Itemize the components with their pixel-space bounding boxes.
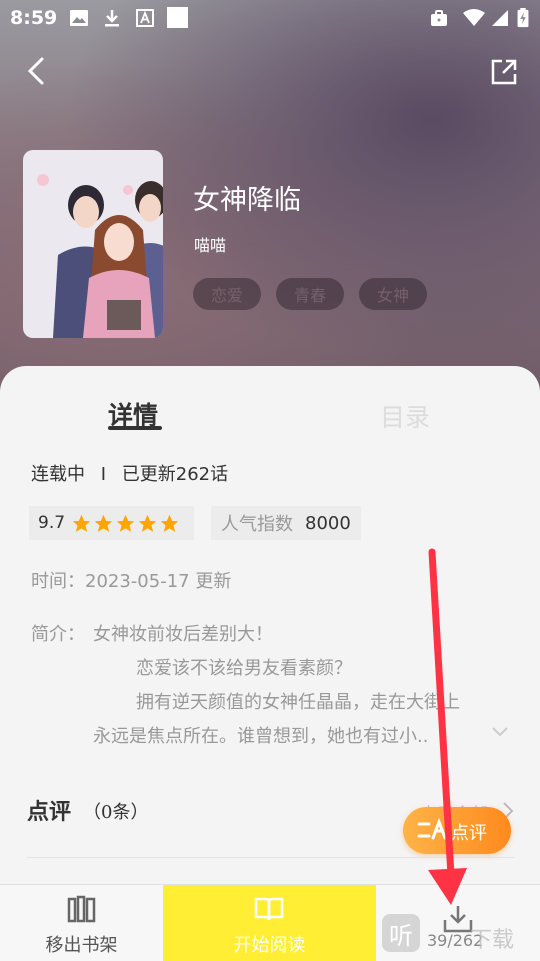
watermark-text: 下载 — [470, 928, 515, 953]
cover-illustration — [23, 150, 163, 338]
notification-placeholder-icon — [167, 7, 188, 28]
intro-line: 拥有逆天颜值的女神任晶晶，走在大街上 — [136, 692, 460, 713]
tag-list: 恋爱 青春 女神 — [193, 278, 427, 310]
signal-icon — [492, 10, 508, 26]
intro-text[interactable]: 女神妆前妆后差别大！ 恋爱该不该给男友看素颜？ 拥有逆天颜值的女神任晶晶，走在大… — [0, 620, 540, 750]
remove-shelf-label: 移出书架 — [45, 935, 118, 956]
divider — [26, 857, 514, 858]
star-icon — [138, 514, 157, 532]
rating-score: 9.7 — [38, 513, 66, 533]
star-icon — [94, 514, 113, 532]
star-icon — [116, 514, 135, 532]
image-notification-icon — [70, 10, 88, 26]
back-icon[interactable] — [22, 56, 52, 86]
write-review-button[interactable]: 点评 — [403, 807, 511, 854]
popularity-label: 人气指数 — [221, 514, 293, 535]
briefcase-icon — [431, 10, 447, 26]
update-time: 时间：2023-05-17 更新 — [31, 571, 232, 592]
watermark-logo: 听 — [382, 914, 420, 952]
bookshelf-icon — [67, 895, 96, 923]
review-count: （0条） — [83, 802, 149, 823]
download-notification-icon — [105, 10, 119, 27]
updated-count: 已更新262话 — [121, 464, 229, 485]
remove-from-shelf-button[interactable]: 移出书架 — [0, 885, 163, 961]
serial-status: 连载中 — [31, 464, 85, 485]
start-reading-label: 开始阅读 — [233, 935, 306, 956]
tab-detail-underline — [108, 426, 162, 430]
status-bar: 8:59 — [0, 0, 540, 36]
tag-goddess[interactable]: 女神 — [359, 278, 427, 310]
chevron-down-icon[interactable] — [490, 724, 510, 740]
start-reading-button[interactable]: 开始阅读 — [163, 885, 376, 961]
intro-line: 女神妆前妆后差别大！ — [93, 624, 273, 645]
battery-icon — [517, 8, 529, 28]
intro-line: 永远是焦点所在。谁曾想到，她也有过小.. — [93, 726, 429, 747]
popularity-value: 8000 — [305, 512, 351, 534]
rating-box: 9.7 — [29, 506, 194, 540]
serial-status-line: 连载中 I 已更新262话 — [31, 460, 228, 486]
share-icon[interactable] — [488, 56, 520, 88]
tab-catalog[interactable]: 目录 — [380, 398, 430, 434]
book-author[interactable]: 喵喵 — [194, 232, 226, 256]
tag-youth[interactable]: 青春 — [276, 278, 344, 310]
tag-romance[interactable]: 恋爱 — [193, 278, 261, 310]
status-separator: I — [100, 464, 107, 485]
book-title: 女神降临 — [193, 185, 301, 216]
popularity-box: 人气指数 8000 — [211, 506, 361, 540]
book-cover[interactable] — [23, 150, 163, 338]
wifi-icon — [463, 9, 485, 26]
intro-line: 恋爱该不该给男友看素颜？ — [136, 658, 352, 679]
open-book-icon — [254, 897, 284, 921]
review-title: 点评 — [27, 799, 72, 825]
star-icon — [160, 514, 179, 532]
pen-icon — [417, 818, 447, 840]
star-icon — [72, 514, 91, 532]
status-time: 8:59 — [10, 7, 58, 29]
write-review-label: 点评 — [451, 823, 487, 844]
font-notification-icon — [136, 9, 154, 27]
